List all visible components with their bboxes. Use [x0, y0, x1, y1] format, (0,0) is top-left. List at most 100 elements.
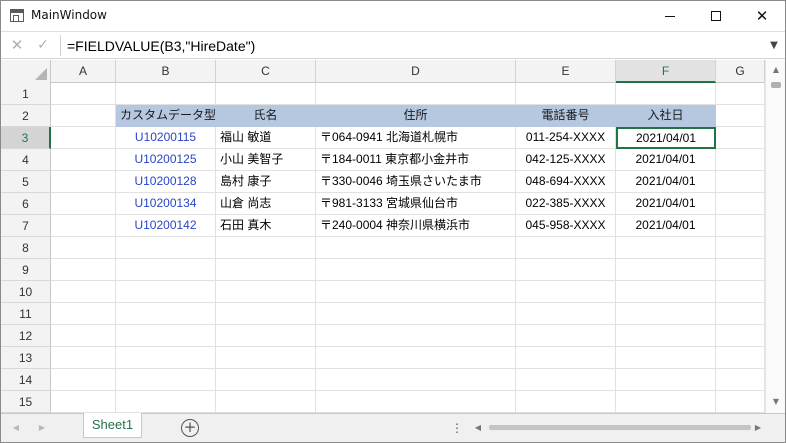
cell[interactable] — [516, 281, 616, 303]
row-header[interactable]: 15 — [1, 391, 51, 413]
next-sheet-icon[interactable]: ▶ — [35, 420, 49, 436]
cell[interactable] — [316, 391, 516, 413]
custom-data-cell[interactable]: U10200125 — [116, 149, 216, 171]
tab-split-handle-icon[interactable]: ⋮ — [451, 420, 463, 436]
row-header[interactable]: 9 — [1, 259, 51, 281]
row-header[interactable]: 2 — [1, 105, 51, 127]
horizontal-scroll-thumb[interactable] — [489, 425, 751, 430]
column-header-c[interactable]: C — [216, 60, 316, 83]
table-header-cell[interactable]: 氏名 — [216, 105, 316, 127]
phone-cell[interactable]: 045-958-XXXX — [516, 215, 616, 237]
cell[interactable] — [51, 237, 116, 259]
cell[interactable] — [316, 281, 516, 303]
cell[interactable] — [716, 127, 765, 149]
confirm-formula-icon[interactable]: ✓ — [33, 35, 53, 55]
cell[interactable] — [616, 83, 716, 105]
cell[interactable] — [616, 259, 716, 281]
close-button[interactable]: ✕ — [739, 1, 785, 31]
column-header-f[interactable]: F — [616, 60, 716, 83]
cell[interactable] — [51, 149, 116, 171]
address-cell[interactable]: 〒981-3133 宮城県仙台市 — [316, 193, 516, 215]
row-header[interactable]: 10 — [1, 281, 51, 303]
cell[interactable] — [216, 259, 316, 281]
cell[interactable] — [51, 281, 116, 303]
custom-data-cell[interactable]: U10200128 — [116, 171, 216, 193]
address-cell[interactable]: 〒064-0941 北海道札幌市 — [316, 127, 516, 149]
address-cell[interactable]: 〒240-0004 神奈川県横浜市 — [316, 215, 516, 237]
address-cell[interactable]: 〒330-0046 埼玉県さいたま市 — [316, 171, 516, 193]
cell[interactable] — [116, 259, 216, 281]
scroll-up-icon[interactable]: ▲ — [766, 63, 785, 77]
cell[interactable] — [216, 281, 316, 303]
column-header-a[interactable]: A — [51, 60, 116, 83]
hire-date-cell[interactable]: 2021/04/01 — [616, 171, 716, 193]
cell[interactable] — [316, 259, 516, 281]
hire-date-cell[interactable]: 2021/04/01 — [616, 215, 716, 237]
cell[interactable] — [616, 325, 716, 347]
phone-cell[interactable]: 048-694-XXXX — [516, 171, 616, 193]
cell[interactable] — [51, 347, 116, 369]
cell[interactable] — [616, 369, 716, 391]
cell[interactable] — [716, 193, 765, 215]
cell[interactable] — [516, 259, 616, 281]
minimize-button[interactable] — [647, 1, 693, 31]
cell[interactable] — [616, 391, 716, 413]
cell[interactable] — [51, 369, 116, 391]
row-header[interactable]: 6 — [1, 193, 51, 215]
row-header[interactable]: 11 — [1, 303, 51, 325]
cell[interactable] — [51, 391, 116, 413]
cell[interactable] — [516, 83, 616, 105]
cell[interactable] — [116, 83, 216, 105]
cell[interactable] — [216, 237, 316, 259]
cell[interactable] — [51, 325, 116, 347]
cell[interactable] — [116, 347, 216, 369]
cell[interactable] — [516, 391, 616, 413]
cell[interactable] — [51, 127, 116, 149]
custom-data-cell[interactable]: U10200134 — [116, 193, 216, 215]
row-header[interactable]: 12 — [1, 325, 51, 347]
cell[interactable] — [316, 325, 516, 347]
name-cell[interactable]: 島村 康子 — [216, 171, 316, 193]
cell[interactable] — [116, 369, 216, 391]
cell[interactable] — [516, 303, 616, 325]
cell[interactable] — [616, 303, 716, 325]
cell[interactable] — [716, 237, 765, 259]
prev-sheet-icon[interactable]: ◀ — [9, 420, 23, 436]
row-header[interactable]: 7 — [1, 215, 51, 237]
cell[interactable] — [516, 347, 616, 369]
cell[interactable] — [316, 83, 516, 105]
name-cell[interactable]: 小山 美智子 — [216, 149, 316, 171]
cell[interactable] — [716, 369, 765, 391]
cell[interactable] — [216, 83, 316, 105]
cell[interactable] — [316, 303, 516, 325]
cell[interactable] — [51, 83, 116, 105]
scroll-left-icon[interactable]: ◀ — [471, 420, 485, 436]
tab-sheet1[interactable]: Sheet1 — [83, 413, 142, 438]
cell[interactable] — [616, 237, 716, 259]
cell[interactable] — [116, 281, 216, 303]
table-header-cell[interactable]: 電話番号 — [516, 105, 616, 127]
cell[interactable] — [316, 347, 516, 369]
chevron-down-icon[interactable]: ▼ — [767, 38, 781, 54]
cell[interactable] — [716, 105, 765, 127]
cell[interactable] — [51, 215, 116, 237]
cell[interactable] — [216, 325, 316, 347]
address-cell[interactable]: 〒184-0011 東京都小金井市 — [316, 149, 516, 171]
cell[interactable] — [716, 83, 765, 105]
cell[interactable] — [51, 259, 116, 281]
column-header-e[interactable]: E — [516, 60, 616, 83]
phone-cell[interactable]: 042-125-XXXX — [516, 149, 616, 171]
row-header[interactable]: 3 — [1, 127, 51, 149]
cell[interactable] — [716, 391, 765, 413]
cell[interactable] — [116, 303, 216, 325]
cell[interactable] — [216, 391, 316, 413]
spreadsheet-grid[interactable]: A B C D E F G 1 2 カスタムデータ型 氏名 住所 電話番号 入社… — [1, 60, 765, 413]
cell[interactable] — [716, 215, 765, 237]
table-header-cell[interactable]: 入社日 — [616, 105, 716, 127]
formula-input[interactable]: =FIELDVALUE(B3,"HireDate") — [67, 36, 747, 56]
custom-data-cell[interactable]: U10200142 — [116, 215, 216, 237]
cell[interactable] — [716, 281, 765, 303]
vertical-scroll-thumb[interactable] — [771, 82, 781, 88]
hire-date-cell[interactable]: 2021/04/01 — [616, 149, 716, 171]
row-header[interactable]: 8 — [1, 237, 51, 259]
